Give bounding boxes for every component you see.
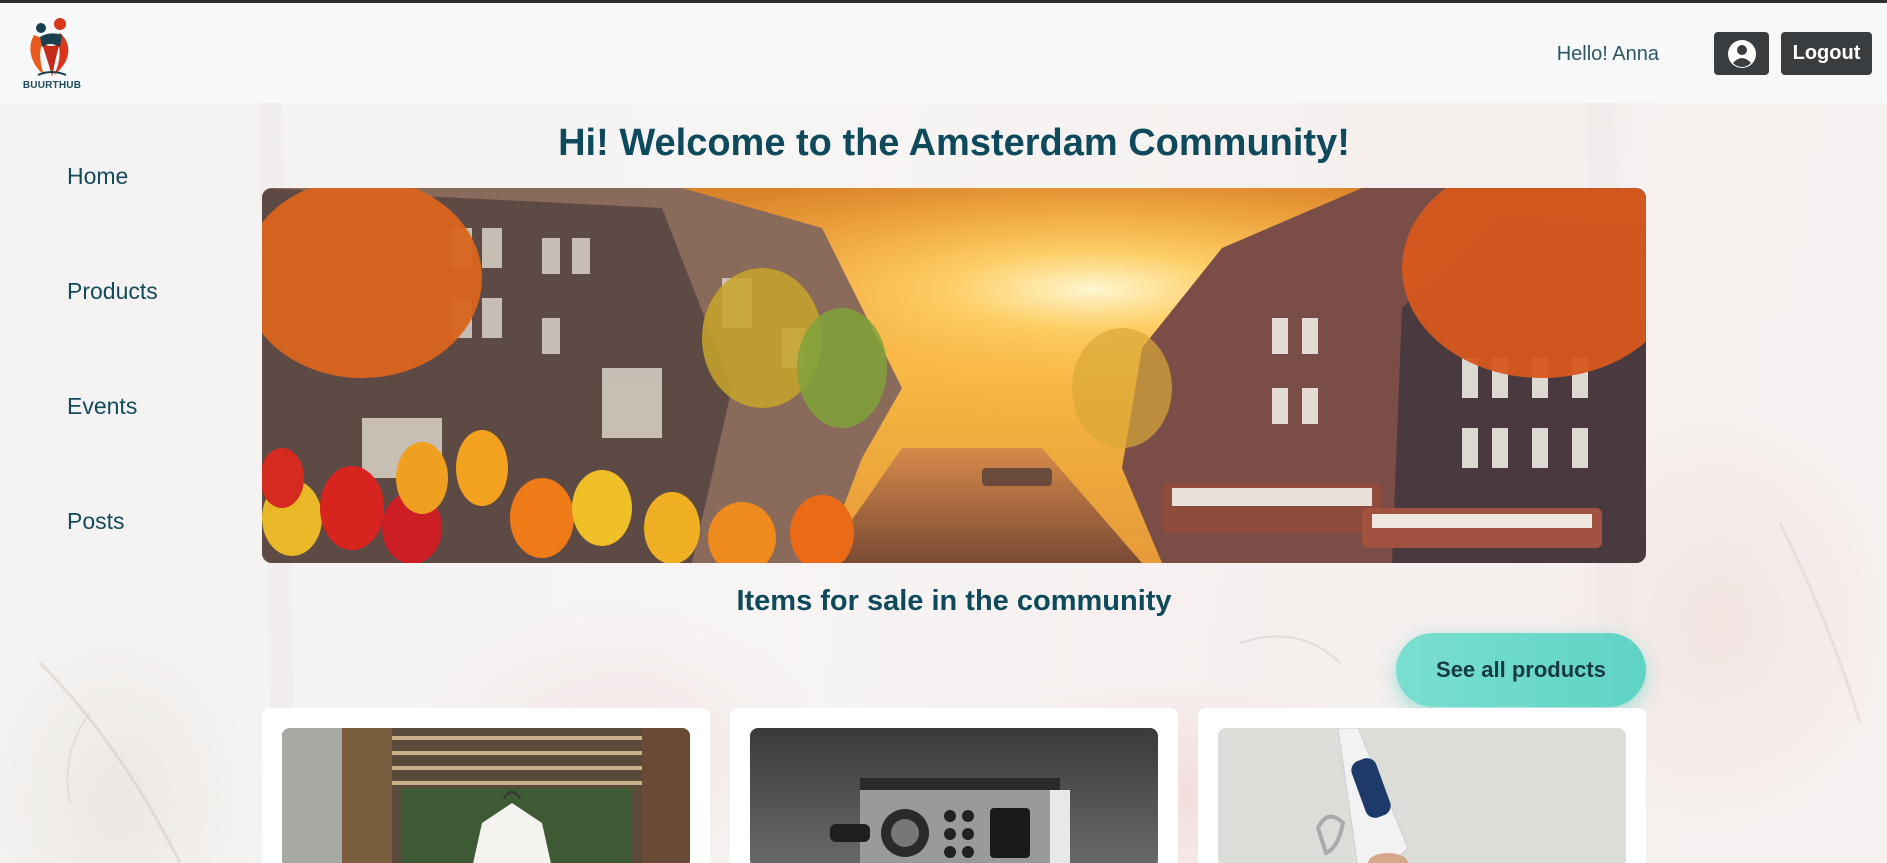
logo-text: BUURTHUB: [22, 80, 82, 91]
product-image: [282, 728, 690, 863]
product-card[interactable]: [1198, 708, 1646, 863]
sidebar-item-posts[interactable]: Posts: [67, 508, 125, 535]
product-image: [1218, 728, 1626, 863]
hero-image: [262, 188, 1646, 563]
product-card[interactable]: [730, 708, 1178, 863]
logo-icon: [30, 18, 69, 77]
profile-button[interactable]: [1714, 32, 1769, 75]
buurthub-logo[interactable]: BUURTHUB: [20, 13, 84, 95]
product-card[interactable]: [262, 708, 710, 863]
user-greeting: Hello! Anna: [1556, 43, 1659, 65]
sidebar-item-home[interactable]: Home: [67, 163, 128, 190]
sidebar-item-events[interactable]: Events: [67, 393, 137, 420]
page-title: Hi! Welcome to the Amsterdam Community!: [558, 122, 1350, 164]
see-all-products-button[interactable]: See all products: [1396, 633, 1646, 707]
logout-button[interactable]: Logout: [1781, 32, 1872, 75]
sidebar-item-products[interactable]: Products: [67, 278, 158, 305]
espresso-machine-image: [750, 728, 1158, 863]
header: BUURTHUB Hello! Anna Logout: [0, 3, 1887, 103]
white-dress-image: [282, 728, 690, 863]
amsterdam-canal-image: [262, 188, 1646, 563]
items-section-title: Items for sale in the community: [736, 585, 1172, 617]
user-circle-icon: [1727, 39, 1756, 68]
hand-blender-image: [1218, 728, 1626, 863]
product-image: [750, 728, 1158, 863]
